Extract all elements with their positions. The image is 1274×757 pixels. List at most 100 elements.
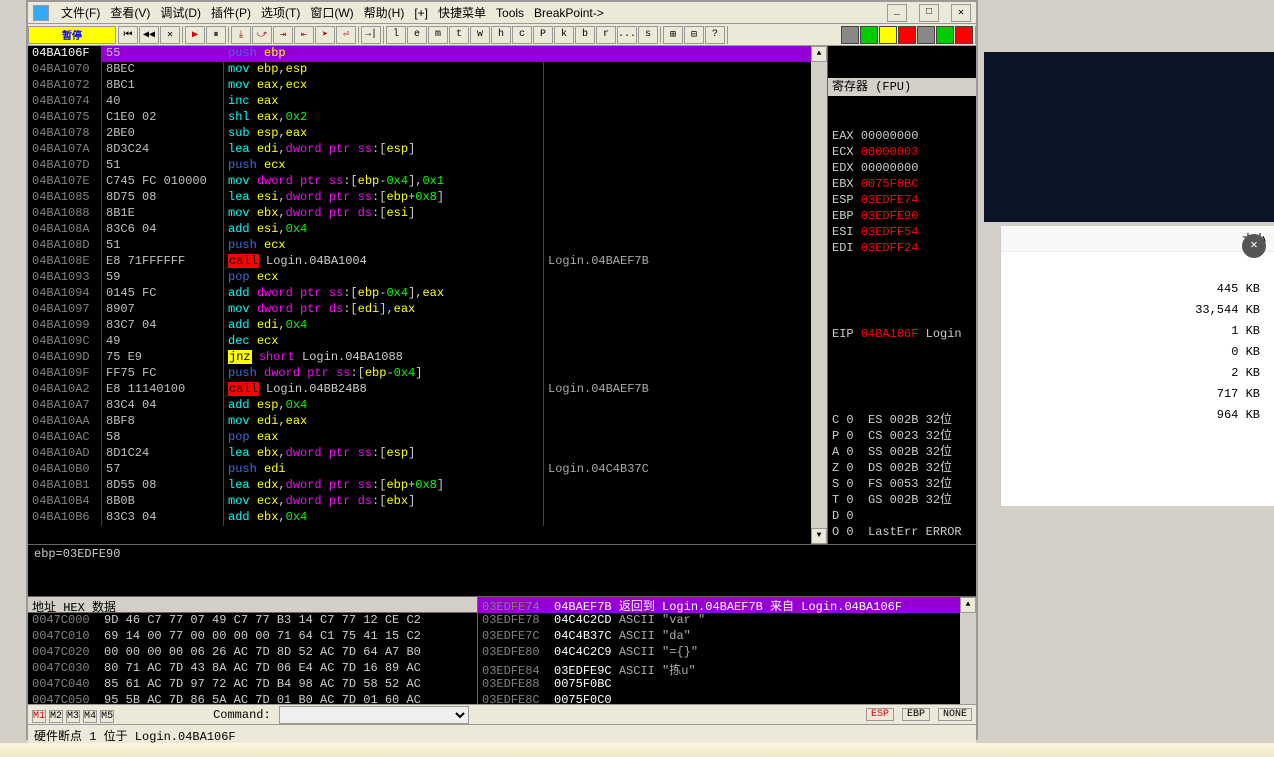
menu-d[interactable]: 调试(D) <box>160 6 201 20</box>
disasm-row[interactable]: 04BA107A8D3C24lea edi,dword ptr ss:[esp] <box>28 142 827 158</box>
disasm-row[interactable]: 04BA10A2E8 11140100call Login.04BB24B8Lo… <box>28 382 827 398</box>
stack-row[interactable]: 03EDFE74 04BAEF7B 返回到 Login.04BAEF7B 来自 … <box>478 597 976 613</box>
disasm-row[interactable]: 04BA10888B1Emov ebx,dword ptr ds:[esi] <box>28 206 827 222</box>
register-line[interactable]: ESI 03EDFF54 <box>832 224 972 240</box>
rewind-button[interactable]: ⏮ <box>118 26 138 44</box>
ebp-button[interactable]: EBP <box>902 708 930 721</box>
view-...-button[interactable]: ... <box>617 26 637 44</box>
grid2-button[interactable]: ⊟ <box>684 26 704 44</box>
disasm-row[interactable]: 04BA109359pop ecx <box>28 270 827 286</box>
view-k-button[interactable]: k <box>554 26 574 44</box>
hex-row[interactable]: 0047C050 95 5B AC 7D 86 5A AC 7D 01 B0 A… <box>28 693 477 704</box>
menu-f[interactable]: 文件(F) <box>61 6 100 20</box>
none-button[interactable]: NONE <box>938 708 972 721</box>
color-btn-1[interactable] <box>841 26 859 44</box>
command-input[interactable] <box>279 706 469 724</box>
registers-pane[interactable]: 寄存器 (FPU) EAX 00000000ECX 00000003EDX 00… <box>828 46 976 544</box>
stop-button[interactable]: ✕ <box>160 26 180 44</box>
disasm-row[interactable]: 04BA10728BC1mov eax,ecx <box>28 78 827 94</box>
mem-tab-m4[interactable]: M4 <box>83 710 97 723</box>
disasm-row[interactable]: 04BA10708BECmov ebp,esp <box>28 62 827 78</box>
view-c-button[interactable]: c <box>512 26 532 44</box>
esp-button[interactable]: ESP <box>866 708 894 721</box>
view-h-button[interactable]: h <box>491 26 511 44</box>
trace-over-button[interactable]: ⇤ <box>294 26 314 44</box>
trace-in-button[interactable]: ⇥ <box>273 26 293 44</box>
mem-tab-m5[interactable]: M5 <box>100 710 114 723</box>
disasm-row[interactable]: 04BA107440inc eax <box>28 94 827 110</box>
hex-row[interactable]: 0047C040 85 61 AC 7D 97 72 AC 7D B4 98 A… <box>28 677 477 693</box>
file-list-item[interactable]: 445 KB <box>1001 280 1274 301</box>
disasm-row[interactable]: 04BA109C49dec ecx <box>28 334 827 350</box>
register-line[interactable]: EBP 03EDFE90 <box>832 208 972 224</box>
register-line[interactable]: EDI 03EDFF24 <box>832 240 972 256</box>
disasm-row[interactable]: 04BA10B18D55 08lea edx,dword ptr ss:[ebp… <box>28 478 827 494</box>
color-btn-4[interactable] <box>898 26 916 44</box>
stack-row[interactable]: 03EDFE80 04C4C2C9 ASCII "={}" <box>478 645 976 661</box>
menu-tools[interactable]: Tools <box>496 6 524 20</box>
view-m-button[interactable]: m <box>428 26 448 44</box>
hex-row[interactable]: 0047C010 69 14 00 77 00 00 00 00 71 64 C… <box>28 629 477 645</box>
disasm-row[interactable]: 04BA10B48B0Bmov ecx,dword ptr ds:[ebx] <box>28 494 827 510</box>
mem-tab-m1[interactable]: M1 <box>32 710 46 723</box>
disasm-row[interactable]: 04BA10978907mov dword ptr ds:[edi],eax <box>28 302 827 318</box>
stack-row[interactable]: 03EDFE7C 04C4B37C ASCII "da" <box>478 629 976 645</box>
disasm-row[interactable]: 04BA10B683C3 04add ebx,0x4 <box>28 510 827 526</box>
run-to-button[interactable]: ➤ <box>315 26 335 44</box>
view-r-button[interactable]: r <box>596 26 616 44</box>
maximize-button[interactable]: □ <box>919 4 939 22</box>
view-t-button[interactable]: t <box>449 26 469 44</box>
hexdump-pane[interactable]: 地址 HEX 数据 0047C000 9D 46 C7 77 07 49 C7 … <box>28 597 478 704</box>
menu-h[interactable]: 帮助(H) <box>364 6 405 20</box>
menu-[interactable]: 快捷菜单 <box>438 6 486 20</box>
stack-scroll-up-icon[interactable]: ▲ <box>960 597 976 613</box>
menu-breakpoint[interactable]: BreakPoint-> <box>534 6 604 20</box>
disasm-row[interactable]: 04BA107EC745 FC 010000mov dword ptr ss:[… <box>28 174 827 190</box>
register-line[interactable]: ESP 03EDFE74 <box>832 192 972 208</box>
panel-close-icon[interactable]: ✕ <box>1242 234 1266 258</box>
hex-row[interactable]: 0047C020 00 00 00 00 06 26 AC 7D 8D 52 A… <box>28 645 477 661</box>
disasm-row[interactable]: 04BA108D51push ecx <box>28 238 827 254</box>
disasm-row[interactable]: 04BA107D51push ecx <box>28 158 827 174</box>
disasm-row[interactable]: 04BA10782BE0sub esp,eax <box>28 126 827 142</box>
disassembly-pane[interactable]: 04BA106F55push ebp04BA10708BECmov ebp,es… <box>28 46 828 544</box>
disasm-row[interactable]: 04BA10940145 FCadd dword ptr ss:[ebp-0x4… <box>28 286 827 302</box>
file-list-panel[interactable]: ✕ 大小 445 KB33,544 KB1 KB0 KB2 KB717 KB96… <box>1000 226 1274 506</box>
file-list-item[interactable]: 2 KB <box>1001 364 1274 385</box>
mem-tab-m3[interactable]: M3 <box>66 710 80 723</box>
view-e-button[interactable]: e <box>407 26 427 44</box>
return-button[interactable]: ⏎ <box>336 26 356 44</box>
disasm-row[interactable]: 04BA109983C7 04add edi,0x4 <box>28 318 827 334</box>
pause-state-badge[interactable]: 暂停 <box>28 26 116 44</box>
file-list-item[interactable]: 33,544 KB <box>1001 301 1274 322</box>
file-list-item[interactable]: 964 KB <box>1001 406 1274 427</box>
stack-row[interactable]: 03EDFE84 03EDFE9C ASCII "拣u" <box>478 661 976 677</box>
hex-row[interactable]: 0047C000 9D 46 C7 77 07 49 C7 77 B3 14 C… <box>28 613 477 629</box>
color-btn-5[interactable] <box>917 26 935 44</box>
view-P-button[interactable]: P <box>533 26 553 44</box>
disasm-row[interactable]: 04BA10AD8D1C24lea ebx,dword ptr ss:[esp] <box>28 446 827 462</box>
stack-row[interactable]: 03EDFE78 04C4C2CD ASCII "var " <box>478 613 976 629</box>
color-btn-2[interactable] <box>860 26 878 44</box>
hex-row[interactable]: 0047C030 80 71 AC 7D 43 8A AC 7D 06 E4 A… <box>28 661 477 677</box>
disasm-row[interactable]: 04BA10858D75 08lea esi,dword ptr ss:[ebp… <box>28 190 827 206</box>
register-line[interactable]: ECX 00000003 <box>832 144 972 160</box>
run-button[interactable]: ▶ <box>185 26 205 44</box>
register-line[interactable]: EAX 00000000 <box>832 128 972 144</box>
disasm-row[interactable]: 04BA10B057push ediLogin.04C4B37C <box>28 462 827 478</box>
taskbar[interactable] <box>0 743 1274 757</box>
goto-button[interactable]: →| <box>361 26 381 44</box>
view-w-button[interactable]: w <box>470 26 490 44</box>
disasm-row[interactable]: 04BA10A783C4 04add esp,0x4 <box>28 398 827 414</box>
register-line[interactable]: EDX 00000000 <box>832 160 972 176</box>
menu-[interactable]: [+] <box>414 6 428 20</box>
menu-p[interactable]: 插件(P) <box>211 6 251 20</box>
file-list-item[interactable]: 717 KB <box>1001 385 1274 406</box>
color-btn-3[interactable] <box>879 26 897 44</box>
view-l-button[interactable]: l <box>386 26 406 44</box>
view-s-button[interactable]: s <box>638 26 658 44</box>
disasm-row[interactable]: 04BA106F55push ebp <box>28 46 827 62</box>
file-list-item[interactable]: 1 KB <box>1001 322 1274 343</box>
disasm-row[interactable]: 04BA109FFF75 FCpush dword ptr ss:[ebp-0x… <box>28 366 827 382</box>
menu-t[interactable]: 选项(T) <box>261 6 300 20</box>
